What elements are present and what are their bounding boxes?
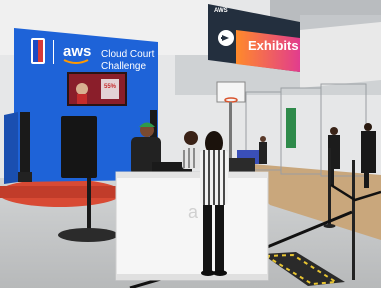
booth-side-panel xyxy=(4,112,18,184)
booth-title-line2: Challenge xyxy=(101,61,147,72)
green-panel xyxy=(286,108,296,148)
expo-scene: a aws Cloud Court Challenge 55% Exhibits… xyxy=(0,0,381,288)
scene-drawing: a xyxy=(0,0,381,288)
white-counter xyxy=(115,171,269,281)
stage-edge xyxy=(0,186,120,198)
basketball-backboard xyxy=(216,81,246,103)
screen-text: 55% xyxy=(104,84,117,90)
person-visitor-back xyxy=(182,131,200,169)
kiosk-pole xyxy=(87,178,91,230)
equipment-box xyxy=(229,158,255,172)
aws-logo-text: aws xyxy=(63,43,92,60)
speaker-left xyxy=(20,112,30,177)
kiosk-monitor xyxy=(61,116,97,178)
booth-title-line1: Cloud Court xyxy=(101,49,155,60)
aws-tag: AWS xyxy=(214,8,228,14)
kiosk-base xyxy=(58,228,118,242)
partition-wall xyxy=(300,22,381,88)
counter-logo-mark: a xyxy=(188,202,199,222)
exhibits-label: Exhibits xyxy=(248,38,299,53)
logo-divider xyxy=(53,40,54,64)
